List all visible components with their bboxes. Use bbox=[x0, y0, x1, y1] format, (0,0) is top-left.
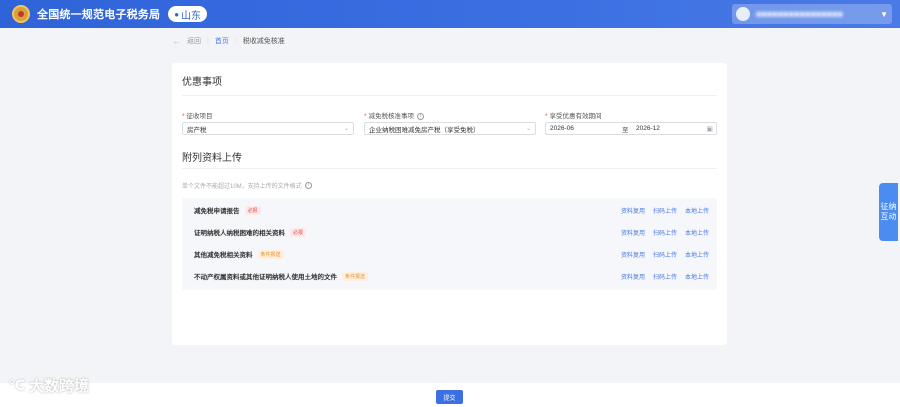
file-actions: 资料复用 扫码上传 本地上传 bbox=[621, 250, 709, 259]
scan-upload-link[interactable]: 扫码上传 bbox=[653, 206, 677, 215]
back-link[interactable]: 返回 bbox=[187, 36, 201, 46]
period-label: * 享受优惠有效期间 bbox=[545, 113, 602, 120]
file-name: 不动产权属资料或其他证明纳税人使用土地的文件 bbox=[194, 274, 337, 281]
period-end[interactable]: 2026-12 bbox=[636, 125, 660, 132]
period-start[interactable]: 2026-06 bbox=[550, 125, 574, 132]
tax-emblem-icon bbox=[12, 5, 30, 23]
breadcrumb: ← 返回 | 首页 / 税收减免核准 bbox=[172, 36, 285, 46]
reduction-item-label: * 减免税核准事项 i bbox=[364, 110, 425, 120]
info-icon[interactable]: i bbox=[304, 182, 312, 189]
side-button-line1: 征纳 bbox=[880, 202, 897, 211]
breadcrumb-home[interactable]: 首页 bbox=[215, 36, 229, 46]
region-selector[interactable]: ● 山东 bbox=[168, 6, 208, 22]
required-badge: 必报 bbox=[244, 205, 261, 215]
reduction-item-select[interactable]: 企业纳税困难减免房产税（享受免税） ⌄ bbox=[364, 122, 536, 135]
list-item: 证明纳税人纳税困难的相关资料 必报 资料复用 扫码上传 本地上传 bbox=[194, 225, 709, 239]
scan-upload-link[interactable]: 扫码上传 bbox=[653, 250, 677, 259]
interaction-side-button[interactable]: 征纳 互动 bbox=[879, 183, 898, 241]
reuse-link[interactable]: 资料复用 bbox=[621, 228, 645, 237]
chevron-down-icon: ⌄ bbox=[343, 126, 349, 132]
scan-upload-link[interactable]: 扫码上传 bbox=[653, 272, 677, 281]
section-title-benefits: 优惠事项 bbox=[182, 77, 222, 88]
breadcrumb-separator: / bbox=[234, 37, 237, 45]
site-title: 全国统一规范电子税务局 bbox=[37, 9, 161, 21]
list-item: 减免税申请报告 必报 资料复用 扫码上传 本地上传 bbox=[194, 203, 709, 217]
section-divider bbox=[182, 95, 717, 96]
tax-item-label: * 征收项目 bbox=[182, 113, 213, 120]
conditional-badge: 条件报送 bbox=[342, 271, 369, 281]
local-upload-link[interactable]: 本地上传 bbox=[685, 250, 709, 259]
period-date-range[interactable]: 2026-06 至 2026-12 ▣ bbox=[545, 122, 717, 135]
local-upload-link[interactable]: 本地上传 bbox=[685, 272, 709, 281]
back-arrow-icon[interactable]: ← bbox=[172, 36, 181, 46]
breadcrumb-current: 税收减免核准 bbox=[242, 38, 285, 45]
tax-item-value: 房产税 bbox=[187, 126, 207, 134]
file-actions: 资料复用 扫码上传 本地上传 bbox=[621, 206, 709, 215]
reuse-link[interactable]: 资料复用 bbox=[621, 250, 645, 259]
location-pin-icon: ● bbox=[174, 9, 180, 19]
required-badge: 必报 bbox=[290, 227, 307, 237]
watermark-text: 大数跨境 bbox=[28, 378, 89, 395]
file-name: 证明纳税人纳税困难的相关资料 bbox=[194, 230, 285, 237]
file-actions: 资料复用 扫码上传 本地上传 bbox=[621, 272, 709, 281]
tax-item-select[interactable]: 房产税 ⌄ bbox=[182, 122, 354, 135]
user-menu[interactable]: ■■■■■■■■■■■■■■■■ ▼ bbox=[732, 4, 892, 24]
section-divider bbox=[182, 168, 717, 169]
file-name: 其他减免税相关资料 bbox=[194, 252, 253, 259]
scan-upload-link[interactable]: 扫码上传 bbox=[653, 228, 677, 237]
file-actions: 资料复用 扫码上传 本地上传 bbox=[621, 228, 709, 237]
list-item: 其他减免税相关资料 条件报送 资料复用 扫码上传 本地上传 bbox=[194, 247, 709, 261]
breadcrumb-divider: | bbox=[207, 37, 209, 45]
chevron-down-icon: ▼ bbox=[880, 9, 888, 19]
top-header: 全国统一规范电子税务局 ● 山东 ■■■■■■■■■■■■■■■■ ▼ bbox=[0, 0, 900, 28]
reduction-item-value: 企业纳税困难减免房产税（享受免税） bbox=[369, 126, 480, 134]
local-upload-link[interactable]: 本地上传 bbox=[685, 206, 709, 215]
upload-hint: 单个文件不能超过10M，支持上传的文件格式 i bbox=[182, 181, 312, 190]
reuse-link[interactable]: 资料复用 bbox=[621, 206, 645, 215]
watermark-logo-icon: ℃ bbox=[8, 377, 25, 393]
submit-button[interactable]: 提交 bbox=[436, 390, 463, 404]
reuse-link[interactable]: 资料复用 bbox=[621, 272, 645, 281]
conditional-badge: 条件报送 bbox=[257, 249, 284, 259]
calendar-icon: ▣ bbox=[706, 125, 713, 133]
attachment-list: 减免税申请报告 必报 资料复用 扫码上传 本地上传 证明纳税人纳税困难的相关资料… bbox=[182, 198, 717, 290]
period-separator: 至 bbox=[622, 126, 629, 134]
list-item: 不动产权属资料或其他证明纳税人使用土地的文件 条件报送 资料复用 扫码上传 本地… bbox=[194, 269, 709, 283]
user-name: ■■■■■■■■■■■■■■■■ bbox=[756, 9, 843, 19]
file-name: 减免税申请报告 bbox=[194, 208, 240, 215]
main-card: 优惠事项 * 征收项目 房产税 ⌄ * 减免税核准事项 i 企业纳税困难减免房产税（享… bbox=[172, 63, 727, 345]
chevron-down-icon: ⌄ bbox=[525, 126, 531, 132]
section-title-attachments: 附列资料上传 bbox=[182, 153, 242, 164]
side-button-line2: 互动 bbox=[880, 212, 897, 221]
avatar bbox=[736, 7, 750, 21]
info-icon[interactable]: i bbox=[417, 112, 425, 120]
local-upload-link[interactable]: 本地上传 bbox=[685, 228, 709, 237]
region-label: 山东 bbox=[181, 10, 202, 22]
watermark: ℃ 大数跨境 bbox=[8, 375, 89, 396]
